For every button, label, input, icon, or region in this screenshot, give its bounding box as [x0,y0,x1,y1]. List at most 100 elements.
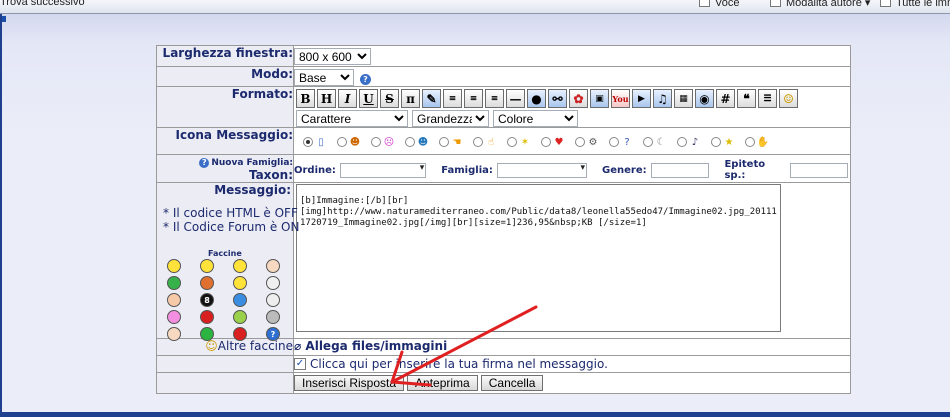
align-left-icon[interactable]: ≡ [443,89,462,108]
new-family-label: Nuova Famiglia: [211,158,293,168]
hand-icon: ✋ [756,136,770,148]
link-icon[interactable]: ⚯ [548,89,567,108]
icon-radio[interactable] [473,137,483,147]
message-textarea[interactable] [296,184,781,332]
sad-face-icon: ☻ [417,136,429,148]
preview-button[interactable]: Anteprima [407,375,478,391]
web-icon[interactable]: ◉ [695,89,714,108]
cancel-button[interactable]: Cancella [480,375,544,391]
icon-radio[interactable] [575,137,585,147]
icon-radio[interactable] [439,137,449,147]
sad-icon[interactable] [233,293,247,307]
font-selects: Carattere Grandezza Colore [296,110,848,127]
icon-radio[interactable] [711,137,721,147]
sick-icon[interactable] [167,276,181,290]
question-smiley-icon[interactable]: ? [266,327,280,341]
globe-icon[interactable]: ● [527,89,546,108]
attach-files-label: Allega files/immagini [305,339,448,353]
voice-button[interactable]: Voce [699,0,739,9]
cool-icon[interactable] [233,259,247,273]
heart-icon: ♥ [554,136,564,148]
dead-icon[interactable] [266,293,280,307]
smiley-icon[interactable]: ☺ [779,89,798,108]
quote-button[interactable]: ❝ [737,89,756,108]
new-family-link[interactable]: ? Nuova Famiglia: [199,157,293,168]
icon-radio[interactable] [405,137,415,147]
order-select[interactable] [339,162,427,178]
microphone-icon [699,0,710,7]
size-select[interactable]: Grandezza [412,110,489,127]
font-select[interactable]: Carattere [296,110,408,127]
grin-icon[interactable] [200,259,214,273]
family-select[interactable] [496,162,587,178]
thumb-icon: ☝ [487,136,495,148]
frown-icon[interactable] [167,327,181,341]
bold-button[interactable]: B [296,89,315,108]
skull-icon[interactable] [266,276,280,290]
shy-icon[interactable] [167,293,181,307]
find-next-button[interactable]: Trova successivo [0,0,85,8]
order-label: Ordine: [294,164,336,176]
disgust-icon[interactable] [233,310,247,324]
icon-radio[interactable] [609,137,619,147]
code-button[interactable]: # [716,89,735,108]
all-images-button[interactable]: Tutte le imm [880,0,950,9]
family-label: Famiglia: [441,164,493,176]
underline-button[interactable]: U [359,89,378,108]
align-right-icon[interactable]: ≡ [485,89,504,108]
heading-button[interactable]: H [317,89,336,108]
kiss-icon[interactable] [167,310,181,324]
evil-icon[interactable] [233,327,247,341]
icon-radio[interactable] [371,137,381,147]
taxon-label: Taxon: [248,168,293,182]
icon-radio[interactable] [643,137,653,147]
color-select[interactable]: Colore [493,110,578,127]
genus-input[interactable] [650,162,710,178]
author-mode-icon [770,0,781,7]
forum-code-notice: * Il Codice Forum è ON [163,220,300,234]
mad-icon[interactable] [200,310,214,324]
mode-label: Modo: [156,66,294,87]
blush-icon[interactable] [266,259,280,273]
more-smilies-link[interactable]: ☺Altre faccine [205,339,293,353]
youtube-icon[interactable]: You [611,89,630,108]
list-icon[interactable]: ☰ [758,89,777,108]
bottom-strip [0,412,950,417]
wink-icon[interactable] [200,327,214,341]
table-icon[interactable]: ▦ [674,89,693,108]
pi-button[interactable]: π [401,89,420,108]
signature-checkbox[interactable]: ✓ [294,358,306,370]
browser-toolbar: Trova successivo Voce Modalità autore ▾ … [0,0,950,14]
message-label: Messaggio: [214,183,291,197]
help-icon[interactable]: ? [360,73,371,85]
icon-radio[interactable] [303,137,313,147]
author-mode-button[interactable]: Modalità autore ▾ [770,0,870,9]
music-icon[interactable]: ♫ [653,89,672,108]
horizontal-rule-icon[interactable]: — [506,89,525,108]
angry-icon[interactable] [200,276,214,290]
icon-radio[interactable] [507,137,517,147]
neutral-icon[interactable] [266,310,280,324]
strikethrough-button[interactable]: S [380,89,399,108]
submit-reply-button[interactable]: Inserisci Risposta [294,375,405,391]
edit-icon[interactable]: ✎ [422,89,441,108]
smile-icon[interactable] [167,259,181,273]
palette-icon[interactable]: ✿ [569,89,588,108]
eight-ball-icon[interactable]: 8 [200,293,214,307]
icon-radio[interactable] [541,137,551,147]
icon-radio[interactable] [337,137,347,147]
image-icon[interactable]: ▣ [590,89,609,108]
icon-radio[interactable] [745,137,755,147]
window-width-select[interactable]: 800 x 600 [294,48,371,65]
align-center-icon[interactable]: ≡ [464,89,483,108]
attach-files-link[interactable]: ⌀ Allega files/immagini [294,339,447,353]
mode-select[interactable]: Base [294,69,354,86]
video-icon[interactable]: ▶ [632,89,651,108]
smilies-title: Faccine [208,249,242,258]
empty-label-cell [156,372,294,394]
epithet-input[interactable] [790,162,848,178]
help-icon: ? [199,157,210,168]
icon-radio[interactable] [677,137,687,147]
tongue-icon[interactable] [233,276,247,290]
italic-button[interactable]: I [338,89,357,108]
